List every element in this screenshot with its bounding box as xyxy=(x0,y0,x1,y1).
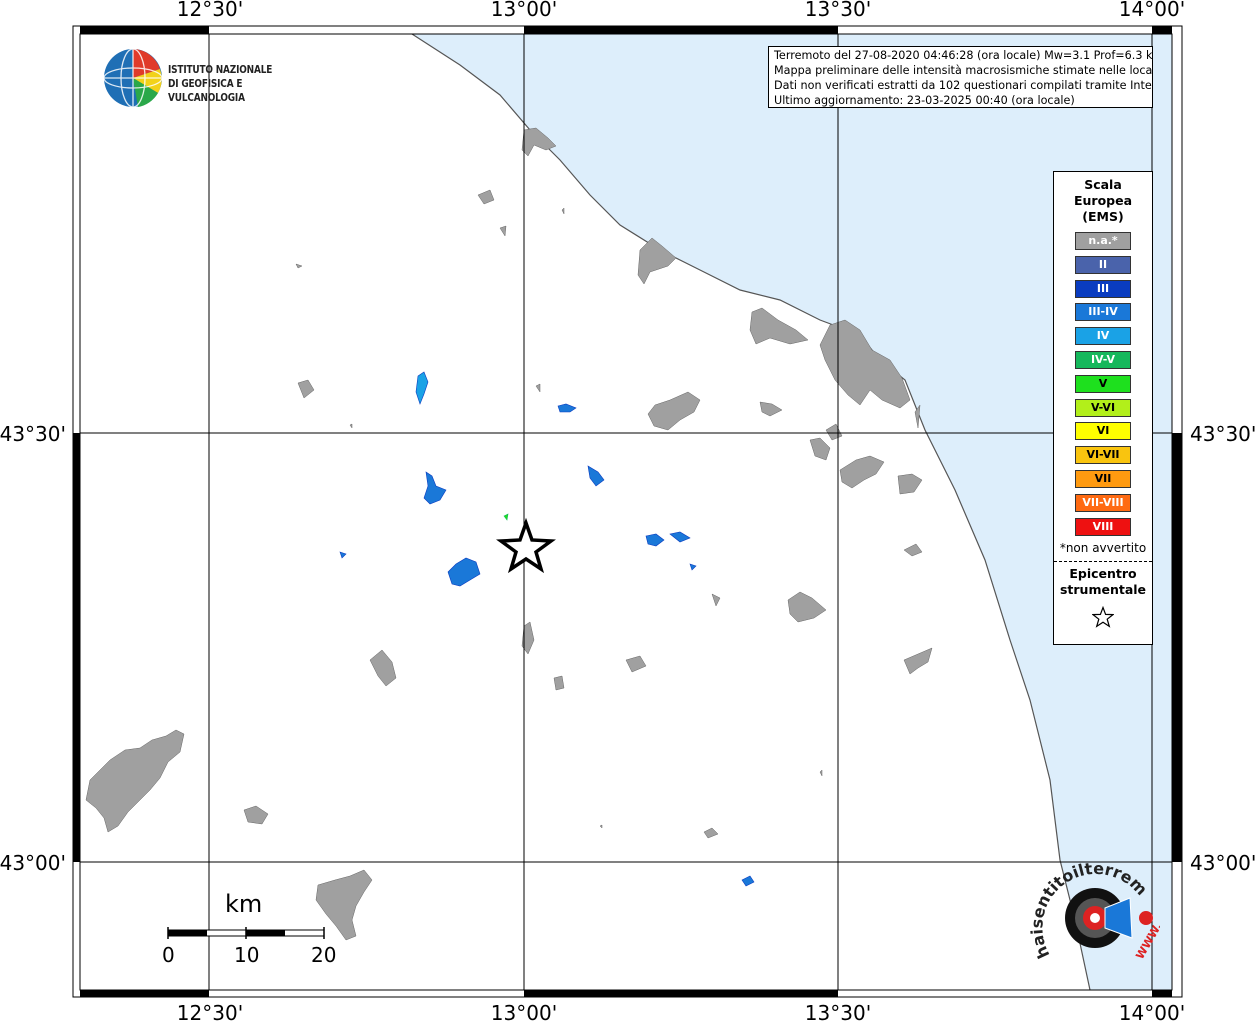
lon-tick-top-2: 13°00' xyxy=(491,0,557,21)
legend-swatch: n.a.* xyxy=(1075,232,1131,250)
legend-swatch: VII-VIII xyxy=(1075,493,1131,512)
event-info-line3: Dati non verificati estratti da 102 ques… xyxy=(774,79,1153,92)
scale-unit: km xyxy=(225,890,263,918)
event-info-line2: Mappa preliminare delle intensità macros… xyxy=(774,64,1153,77)
legend-title-line1: Scala xyxy=(1084,177,1122,192)
lat-tick-left-2: 43°00' xyxy=(0,851,66,875)
legend-swatch: IV-V xyxy=(1075,350,1131,369)
legend-items: n.a.* II III III-IV IV IV-V V V-VI VI VI-VII VII VI… xyxy=(1054,232,1152,536)
legend-swatch: III-IV xyxy=(1075,303,1131,322)
localities-intensity xyxy=(339,371,755,887)
legend-swatch: II xyxy=(1075,255,1131,274)
lat-tick-right-2: 43°00' xyxy=(1190,851,1255,875)
legend-swatch: VI-VII xyxy=(1075,446,1131,465)
haisentito-logo: haisentitoilterremoto.it WWW. xyxy=(1025,845,1165,975)
lon-tick-bottom-4: 14°00' xyxy=(1119,1001,1185,1024)
epicenter-star xyxy=(496,517,556,574)
legend-title-line2: Europea xyxy=(1073,193,1133,208)
ems-legend: Scala Europea (EMS) n.a.* II III III-IV IV IV… xyxy=(1053,171,1153,645)
event-info-line4: Ultimo aggiornamento: 23-03-2025 00:40 (… xyxy=(774,94,1075,107)
ingv-logo-line1: ISTITUTO NAZIONALE xyxy=(168,64,273,76)
scale-tick-20: 20 xyxy=(311,943,337,967)
legend-swatch: III xyxy=(1075,279,1131,298)
haisentito-url-text: WWW. xyxy=(1133,921,1160,962)
legend-swatch: VI xyxy=(1075,422,1131,441)
legend-epicenter-label: Epicentro strumentale xyxy=(1054,566,1152,598)
lon-tick-bottom-1: 12°30' xyxy=(177,1001,243,1024)
legend-divider xyxy=(1054,561,1152,563)
scale-bar-graphic xyxy=(167,927,325,939)
lat-tick-right-1: 43°30' xyxy=(1190,422,1255,446)
ingv-globe-icon xyxy=(103,48,163,108)
event-info-line1: Terremoto del 27-08-2020 04:46:28 (ora l… xyxy=(774,49,1153,62)
legend-epicenter-line1: Epicentro xyxy=(1069,566,1137,582)
legend-swatch: V xyxy=(1075,374,1131,393)
haisentito-logo-icon: haisentitoilterremoto.it WWW. xyxy=(1025,845,1165,962)
lon-tick-top-3: 13°30' xyxy=(805,0,871,21)
legend-title-line3: (EMS) xyxy=(1082,209,1124,224)
lat-tick-left-1: 43°30' xyxy=(0,422,66,446)
lon-tick-bottom-2: 13°00' xyxy=(491,1001,557,1024)
scale-tick-0: 0 xyxy=(162,943,175,967)
scale-tick-10: 10 xyxy=(234,943,260,967)
lon-tick-top-1: 12°30' xyxy=(177,0,243,21)
star-icon xyxy=(1092,606,1114,629)
ingv-logo: ISTITUTO NAZIONALE DI GEOFISICA E VULCAN… xyxy=(100,47,330,111)
legend-note: *non avvertito xyxy=(1059,541,1147,556)
ingv-logo-line2: DI GEOFISICA E VULCANOLOGIA xyxy=(168,78,245,104)
event-info-box: Terremoto del 27-08-2020 04:46:28 (ora l… xyxy=(768,46,1153,108)
legend-swatch: IV xyxy=(1075,327,1131,346)
lon-tick-top-4: 14°00' xyxy=(1119,0,1185,21)
scale-bar: km 0 10 20 xyxy=(155,885,345,970)
legend-swatch: VIII xyxy=(1075,517,1131,536)
legend-swatch: V-VI xyxy=(1075,398,1131,417)
legend-epicenter-line2: strumentale xyxy=(1059,582,1147,598)
legend-swatch: VII xyxy=(1075,469,1131,488)
legend-title: Scala Europea (EMS) xyxy=(1054,177,1152,225)
ingv-logo-text: ISTITUTO NAZIONALE DI GEOFISICA E VULCAN… xyxy=(168,63,306,105)
lon-tick-bottom-3: 13°30' xyxy=(805,1001,871,1024)
